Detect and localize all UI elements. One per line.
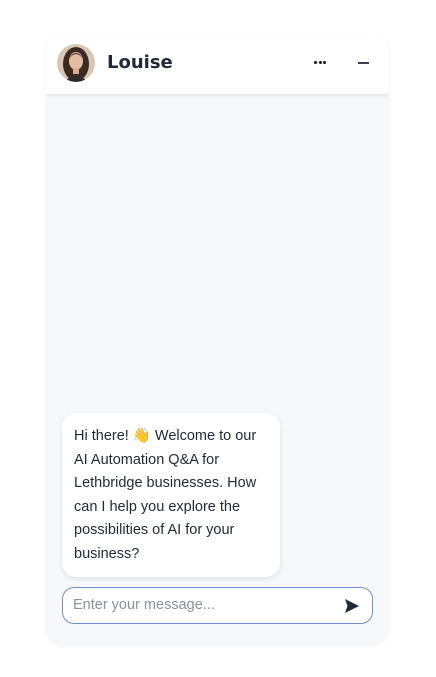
chat-header: Louise [46, 33, 389, 94]
message-composer [62, 587, 373, 624]
message-input[interactable] [73, 588, 333, 622]
send-icon[interactable] [343, 597, 361, 615]
agent-message-bubble: Hi there! 👋 Welcome to our AI Automation… [62, 413, 280, 577]
more-options-button[interactable] [308, 50, 332, 74]
chat-widget: Louise Hi there! 👋 Welcome to our AI Aut… [46, 33, 389, 645]
avatar-photo-icon [57, 44, 95, 82]
more-dots-icon [314, 60, 318, 64]
message-list[interactable]: Hi there! 👋 Welcome to our AI Automation… [46, 94, 389, 577]
minimize-button[interactable] [352, 50, 376, 74]
agent-avatar [57, 44, 95, 82]
agent-name: Louise [107, 52, 173, 73]
